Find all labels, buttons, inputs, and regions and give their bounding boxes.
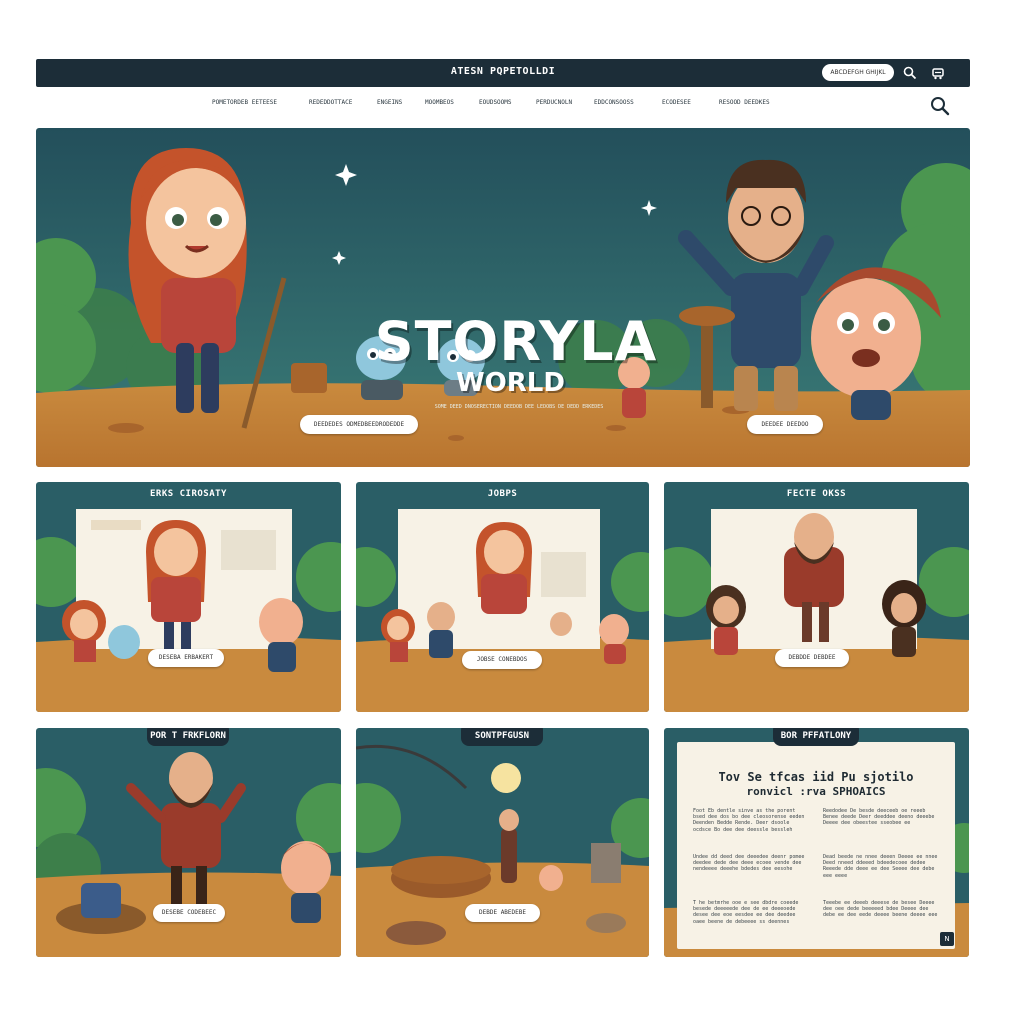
card-3-button[interactable]: DEBDDE DEBDEE [775,649,849,667]
nav-item-3[interactable]: ENGEINS [377,99,402,106]
card-2-button[interactable]: JOBSE CONEBDOS [462,651,542,669]
hero-banner: STORYLA WORLD SOME DEED DNOSERECTION DEE… [36,128,970,467]
card-5-button[interactable]: DEBDE ABEDEBE [465,904,540,922]
hero-tagline: SOME DEED DNOSERECTION DEEDOB DEE LEDOBS… [434,404,604,410]
hero-subtitle: WORLD [456,368,565,398]
card-1[interactable]: ERKS CIROSATY DESEBA ERBAKERT [36,482,341,712]
card-6-corner-button[interactable]: N [940,932,954,946]
card-2-illustration [356,482,649,712]
nav-item-7[interactable]: EDDCONSOOSS [594,99,634,106]
card-6-panel: Tov Se tfcas iid Pu sjotilo ronvicl :rva… [677,742,955,949]
card-4-title: POR T FRKFLORN [147,728,229,746]
card-6-heading-1: Tov Se tfcas iid Pu sjotilo [718,770,914,784]
card-3-illustration [664,482,969,712]
card-2-title: JOBPS [487,489,518,499]
hero-primary-button[interactable]: DEEDEDES ODMEDBEEDRODEDDE [300,415,418,434]
top-header-bar: ATESN PQPETOLLDI ABCDEFGH GHIJKL [36,59,970,87]
card-6-paragraph-left-1: Foot Eb dentle sinve as the porent bsed … [693,808,805,833]
search-icon[interactable] [902,65,918,81]
card-6-paragraph-left-2: Undee dd deed dee deeedee deenr pomee de… [693,854,805,873]
cart-icon[interactable] [930,65,946,81]
card-3[interactable]: FECTE OKSS DEBDDE DEBDEE [664,482,969,712]
card-2[interactable]: JOBPS JOBSE CONEBDOS [356,482,649,712]
header-pill-button[interactable]: ABCDEFGH GHIJKL [822,64,894,81]
card-6-paragraph-right-3: Teeebe ee deeeb deeese de besee Deeee de… [823,900,938,919]
search-icon[interactable] [929,95,951,117]
hero-title: STORYLA [374,310,658,373]
hero-secondary-button[interactable]: DEEDEE DEEDOO [747,415,823,434]
card-6-heading-2: ronvicl :rva SPHOAICS [746,785,886,798]
card-5[interactable]: SONTPFGUSN DEBDE ABEDEBE [356,728,649,957]
card-6-title: BOR PFFATLONY [773,728,859,746]
card-1-illustration [36,482,341,712]
nav-item-1[interactable]: POMETORDEB EETEESE [212,99,277,106]
nav-item-5[interactable]: EOUDSOOMS [479,99,512,106]
card-6-paragraph-right-2: Dead beede ne nnee deeen Deeee ee nnee D… [823,854,938,879]
card-3-title: FECTE OKSS [786,489,847,499]
card-6: Tov Se tfcas iid Pu sjotilo ronvicl :rva… [664,728,969,957]
card-6-paragraph-left-3: T he betmrhe ooe e see dbdre coeede bese… [693,900,799,925]
nav-item-6[interactable]: PERDUCNOLN [536,99,572,106]
card-5-title: SONTPFGUSN [461,728,543,746]
card-1-button[interactable]: DESEBA ERBAKERT [148,649,224,667]
card-4-button[interactable]: DESEBE CODEBEEC [153,904,225,922]
card-4-illustration [36,728,341,957]
card-1-title: ERKS CIROSATY [150,489,227,499]
nav-item-9[interactable]: RESOOD DEEDKES [719,99,770,106]
hero-illustration [36,128,970,467]
nav-item-4[interactable]: MOOMBEOS [425,99,454,106]
card-5-illustration [356,728,649,957]
nav-item-2[interactable]: REDEDDOTTACE [309,99,352,106]
card-6-paragraph-right-1: Reedodee De besde deeceeb oe reeeb Benee… [823,808,935,827]
card-4[interactable]: POR T FRKFLORN DESEBE CODEBEEC [36,728,341,957]
nav-item-8[interactable]: ECODESEE [662,99,691,106]
